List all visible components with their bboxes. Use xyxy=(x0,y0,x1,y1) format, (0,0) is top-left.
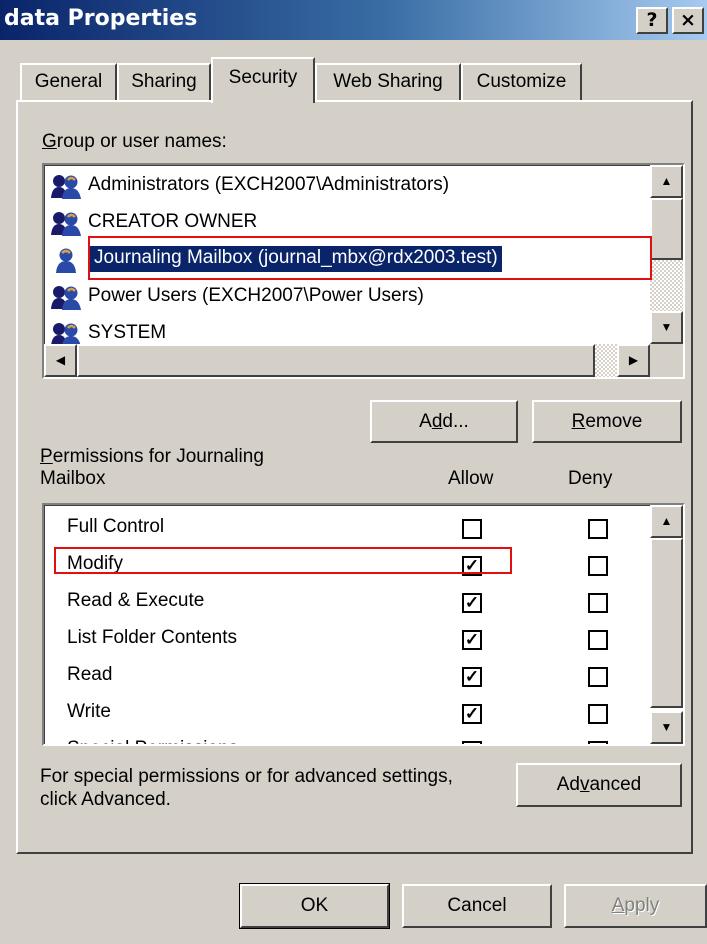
deny-checkbox[interactable] xyxy=(588,519,608,539)
permission-row: Read & Execute ✓ xyxy=(44,587,648,621)
permission-name: Read xyxy=(67,664,113,685)
cancel-button[interactable]: Cancel xyxy=(402,884,552,928)
user-list-vscrollbar[interactable]: ▲ ▼ xyxy=(650,165,683,344)
permission-row: List Folder Contents ✓ xyxy=(44,624,648,658)
single-user-icon xyxy=(50,247,82,273)
deny-checkbox[interactable] xyxy=(588,556,608,576)
group-users-icon xyxy=(50,284,82,310)
scroll-thumb[interactable] xyxy=(650,198,683,260)
tab-web-sharing[interactable]: Web Sharing xyxy=(315,63,461,101)
user-list-item[interactable]: Administrators (EXCH2007\Administrators) xyxy=(44,169,648,203)
user-list-item-label: Power Users (EXCH2007\Power Users) xyxy=(88,285,424,306)
permission-row: Modify ✓ xyxy=(44,550,648,584)
title-bar: data Properties ? × xyxy=(0,0,707,40)
allow-column-header: Allow xyxy=(448,468,494,489)
ok-button[interactable]: OK xyxy=(239,883,390,929)
tab-customize[interactable]: Customize xyxy=(461,63,582,101)
hscroll-thumb[interactable] xyxy=(77,344,595,377)
apply-button: Apply xyxy=(564,884,707,928)
perm-scroll-up-button[interactable]: ▲ xyxy=(650,505,683,538)
permission-row: Read ✓ xyxy=(44,661,648,695)
user-list-item[interactable]: CREATOR OWNER xyxy=(44,206,648,240)
allow-checkbox[interactable]: ✓ xyxy=(462,704,482,724)
deny-column-header: Deny xyxy=(568,468,613,489)
scroll-left-button[interactable]: ◀ xyxy=(44,344,77,377)
deny-checkbox[interactable] xyxy=(588,704,608,724)
permission-row: Special Permissions xyxy=(44,735,648,744)
scroll-down-button[interactable]: ▼ xyxy=(650,311,683,344)
allow-checkbox[interactable]: ✓ xyxy=(462,630,482,650)
permission-name: List Folder Contents xyxy=(67,627,238,648)
advanced-note: For special permissions or for advanced … xyxy=(40,766,453,810)
allow-checkbox[interactable] xyxy=(462,741,482,744)
user-list-item-label: CREATOR OWNER xyxy=(88,211,258,232)
user-list-hscrollbar[interactable]: ◀ ▶ xyxy=(44,344,650,377)
tab-security[interactable]: Security xyxy=(211,57,315,103)
perm-scroll-thumb[interactable] xyxy=(650,538,683,708)
advanced-button[interactable]: Advanced xyxy=(516,763,682,807)
deny-checkbox[interactable] xyxy=(588,741,608,744)
permission-name: Read & Execute xyxy=(67,590,205,611)
permission-name: Full Control xyxy=(67,516,165,537)
allow-checkbox[interactable] xyxy=(462,519,482,539)
close-button[interactable]: × xyxy=(672,7,704,34)
allow-checkbox[interactable]: ✓ xyxy=(462,667,482,687)
user-list-item[interactable]: Journaling Mailbox (journal_mbx@rdx2003.… xyxy=(44,243,648,277)
user-list-item-label: Journaling Mailbox (journal_mbx@rdx2003.… xyxy=(90,246,502,272)
permission-name: Modify xyxy=(67,553,123,574)
scroll-right-button[interactable]: ▶ xyxy=(617,344,650,377)
user-list-item[interactable]: Power Users (EXCH2007\Power Users) xyxy=(44,280,648,314)
group-user-names-label: Group or user names: xyxy=(42,131,227,152)
permission-name: Special Permissions xyxy=(67,738,238,744)
permission-row: Write ✓ xyxy=(44,698,648,732)
user-list-item-label: SYSTEM xyxy=(88,322,167,343)
remove-button[interactable]: Remove xyxy=(532,400,682,443)
deny-checkbox[interactable] xyxy=(588,593,608,613)
group-user-list[interactable]: Administrators (EXCH2007\Administrators)… xyxy=(42,163,685,379)
group-users-icon xyxy=(50,210,82,236)
tab-general[interactable]: General xyxy=(20,63,117,101)
deny-checkbox[interactable] xyxy=(588,630,608,650)
scroll-corner xyxy=(650,344,683,377)
permission-row: Full Control xyxy=(44,513,648,547)
permissions-label: Permissions for Journaling Mailbox xyxy=(40,446,264,489)
permissions-vscrollbar[interactable]: ▲ ▼ xyxy=(650,505,683,744)
tab-sharing[interactable]: Sharing xyxy=(117,63,211,101)
scroll-track[interactable] xyxy=(650,260,683,311)
group-users-icon xyxy=(50,173,82,199)
user-list-item-label: Administrators (EXCH2007\Administrators) xyxy=(88,174,450,195)
perm-scroll-down-button[interactable]: ▼ xyxy=(650,711,683,744)
window-title: data Properties xyxy=(4,6,198,31)
permissions-list[interactable]: Full Control Modify ✓ Read & Execute ✓ List F… xyxy=(42,503,685,746)
hscroll-track[interactable] xyxy=(595,344,617,377)
deny-checkbox[interactable] xyxy=(588,667,608,687)
permission-name: Write xyxy=(67,701,111,722)
allow-checkbox[interactable]: ✓ xyxy=(462,593,482,613)
help-button[interactable]: ? xyxy=(636,7,668,34)
add-button[interactable]: Add... xyxy=(370,400,518,443)
scroll-up-button[interactable]: ▲ xyxy=(650,165,683,198)
allow-checkbox[interactable]: ✓ xyxy=(462,556,482,576)
